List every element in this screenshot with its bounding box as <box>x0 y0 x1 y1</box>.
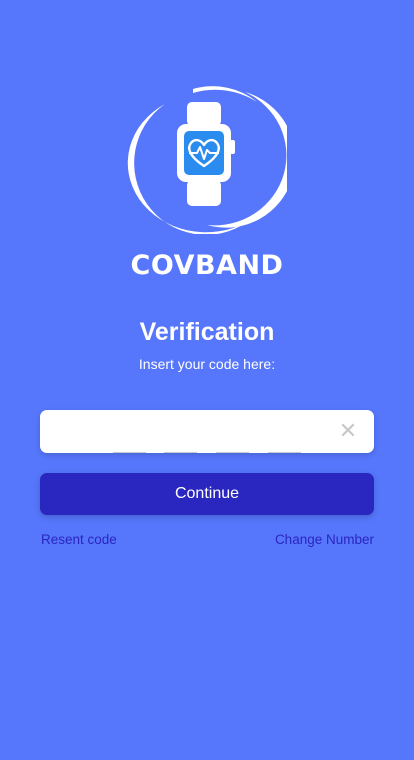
smartwatch-heart-icon <box>127 86 296 235</box>
verification-code-input[interactable]: ✕ <box>40 410 374 453</box>
page-title: Verification <box>139 318 275 346</box>
app-logo <box>127 84 296 235</box>
change-number-link[interactable]: Change Number <box>275 532 374 547</box>
code-digit-1[interactable] <box>113 434 146 453</box>
code-digit-2[interactable] <box>164 434 197 453</box>
brand-name: COVBAND <box>130 250 284 281</box>
page-subtitle: Insert your code here: <box>138 356 276 372</box>
close-icon[interactable]: ✕ <box>336 419 360 443</box>
continue-button[interactable]: Continue <box>40 473 374 515</box>
resend-code-link[interactable]: Resent code <box>41 532 117 547</box>
code-digit-4[interactable] <box>268 434 301 453</box>
code-digit-3[interactable] <box>216 434 249 453</box>
